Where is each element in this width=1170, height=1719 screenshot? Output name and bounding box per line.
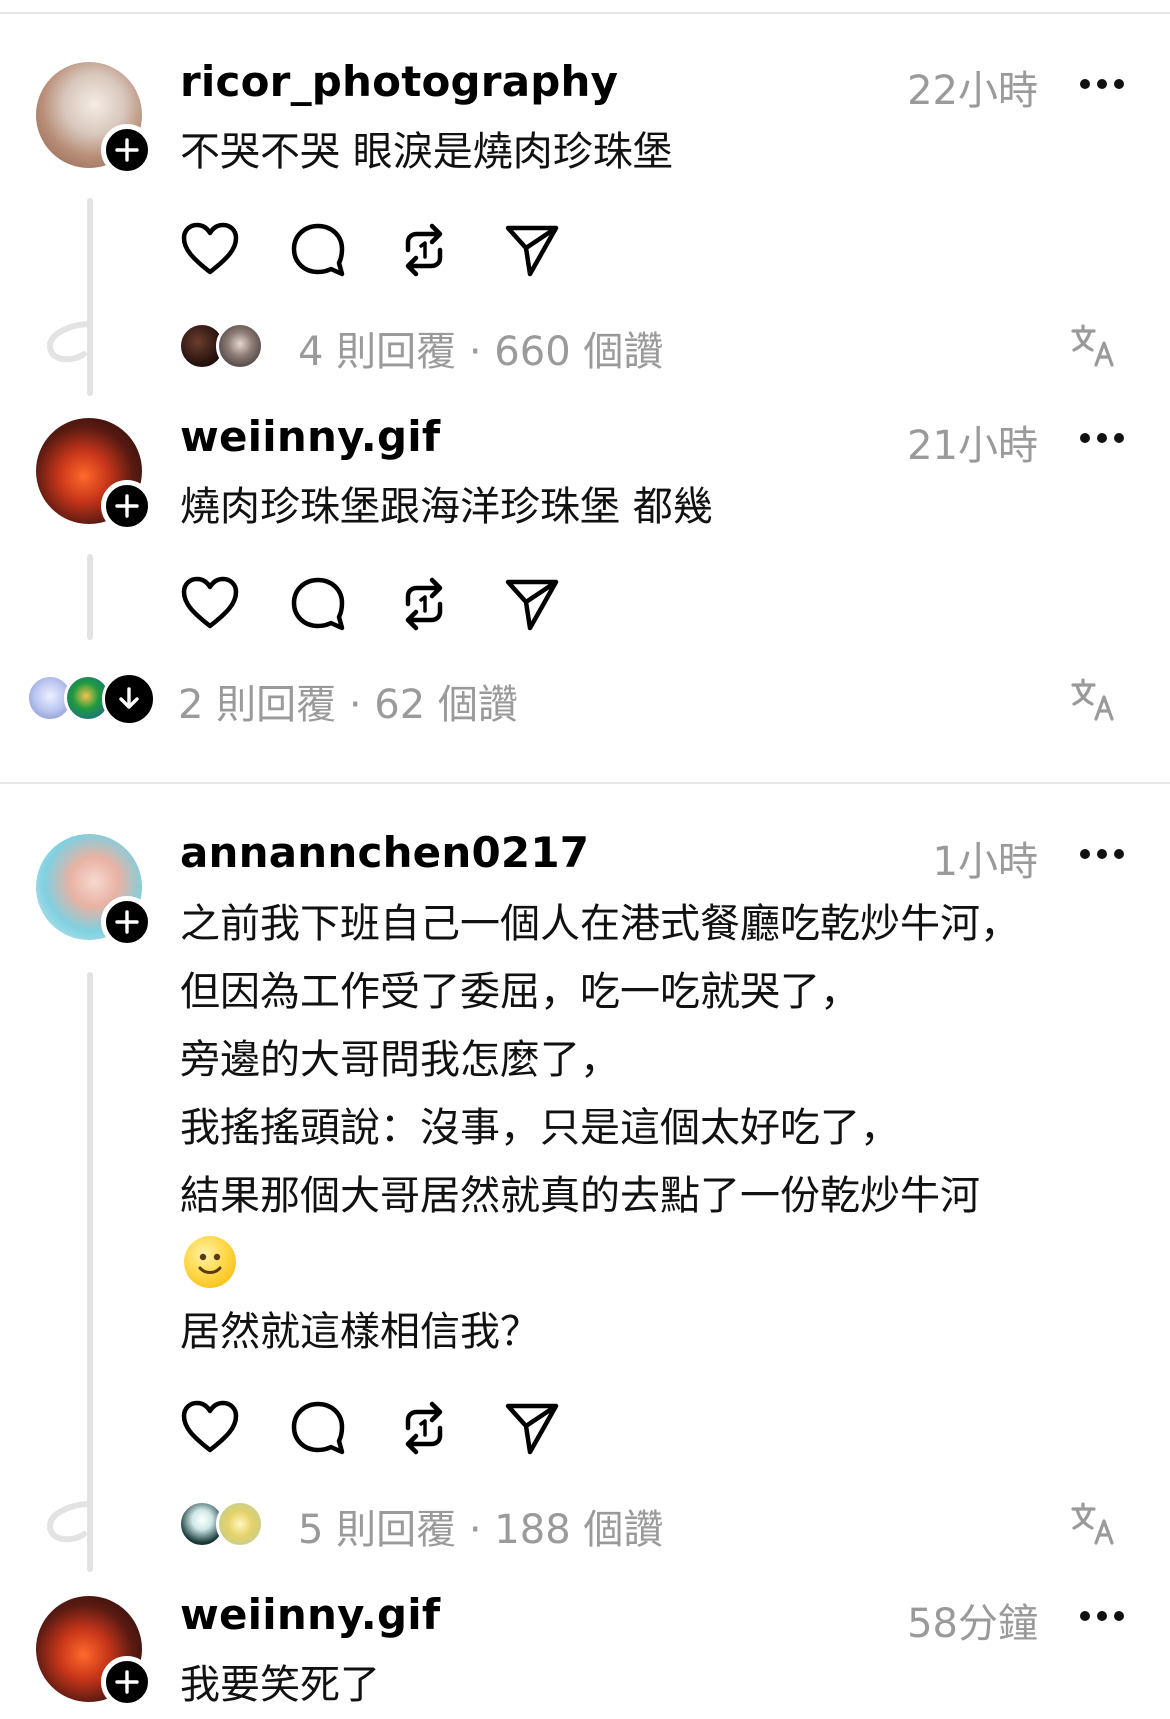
- username[interactable]: annannchen0217: [180, 828, 589, 877]
- heart-icon[interactable]: [180, 1398, 240, 1458]
- translate-icon[interactable]: [1070, 677, 1116, 723]
- comment-line: 旁邊的大哥問我怎麼了，: [180, 1037, 620, 1083]
- follow-button[interactable]: [101, 480, 153, 532]
- comment-line: 之前我下班自己一個人在港式餐廳吃乾炒牛河，: [180, 901, 1020, 947]
- send-icon[interactable]: [502, 574, 562, 634]
- comment-text: 不哭不哭 眼淚是燒肉珍珠堡: [180, 118, 673, 186]
- replier-avatar: [216, 322, 264, 370]
- comment-text: 燒肉珍珠堡跟海洋珍珠堡 都幾: [180, 473, 713, 541]
- send-icon[interactable]: [502, 220, 562, 280]
- reply-like-count[interactable]: 5 則回覆 · 188 個讚: [298, 1497, 663, 1555]
- username[interactable]: ricor_photography: [180, 57, 618, 106]
- username[interactable]: weiinny.gif: [180, 1590, 440, 1639]
- timestamp: 58分鐘: [907, 1601, 1038, 1647]
- username[interactable]: weiinny.gif: [180, 412, 440, 461]
- follow-button[interactable]: [101, 124, 153, 176]
- comment-line: 結果那個大哥居然就真的去點了一份乾炒牛河: [180, 1173, 980, 1219]
- comment-line: 燒肉珍珠堡跟海洋珍珠堡 都幾: [180, 484, 713, 530]
- comment-line: 但因為工作受了委屈，吃一吃就哭了，: [180, 969, 860, 1015]
- heart-icon[interactable]: [180, 220, 240, 280]
- thread-curve: [46, 321, 93, 363]
- more-dots-icon: [1080, 1611, 1090, 1621]
- action-bar: [180, 574, 560, 634]
- comment-bubble-icon[interactable]: [288, 1398, 348, 1458]
- thread-divider: [0, 782, 1170, 784]
- replier-avatar: [216, 1500, 264, 1548]
- thread-line: [87, 972, 93, 1572]
- emoji-line: [180, 1230, 1020, 1298]
- thread-curve: [46, 1501, 93, 1543]
- show-replies-button[interactable]: [102, 672, 156, 726]
- comment-text: 我要笑死了: [180, 1651, 380, 1719]
- comment-line: 我要笑死了: [180, 1662, 380, 1708]
- more-options-button[interactable]: [1080, 432, 1124, 444]
- translate-icon[interactable]: [1070, 323, 1116, 369]
- arrow-down-icon: [119, 687, 139, 709]
- more-dots-icon: [1080, 433, 1090, 443]
- comment-text: 之前我下班自己一個人在港式餐廳吃乾炒牛河， 但因為工作受了委屈，吃一吃就哭了， …: [180, 890, 1020, 1366]
- repost-icon[interactable]: [394, 1398, 454, 1458]
- comment-line: 居然就這樣相信我？: [180, 1309, 540, 1355]
- more-dots-icon: [1080, 849, 1090, 859]
- more-dots-icon: [1080, 79, 1090, 89]
- plus-icon: [115, 138, 139, 162]
- comment-bubble-icon[interactable]: [288, 220, 348, 280]
- reply-like-count[interactable]: 2 則回覆 · 62 個讚: [178, 672, 518, 730]
- repost-icon[interactable]: [394, 574, 454, 634]
- smile-face: [198, 1253, 222, 1274]
- repost-icon[interactable]: [394, 220, 454, 280]
- timestamp: 1小時: [932, 839, 1038, 885]
- comment-line: 不哭不哭 眼淚是燒肉珍珠堡: [180, 129, 673, 175]
- comment-bubble-icon[interactable]: [288, 574, 348, 634]
- plus-icon: [115, 1670, 139, 1694]
- slightly-smiling-face-emoji: [184, 1236, 236, 1288]
- heart-icon[interactable]: [180, 574, 240, 634]
- follow-button[interactable]: [101, 1656, 153, 1708]
- action-bar: [180, 1398, 560, 1458]
- more-options-button[interactable]: [1080, 848, 1124, 860]
- more-options-button[interactable]: [1080, 1610, 1124, 1622]
- timestamp: 22小時: [907, 68, 1038, 114]
- thread-line: [87, 554, 93, 640]
- translate-icon[interactable]: [1070, 1501, 1116, 1547]
- plus-icon: [115, 910, 139, 934]
- send-icon[interactable]: [502, 1398, 562, 1458]
- comment-line: 我搖搖頭說：沒事，只是這個太好吃了，: [180, 1105, 900, 1151]
- top-divider: [0, 12, 1170, 14]
- more-options-button[interactable]: [1080, 78, 1124, 90]
- action-bar: [180, 220, 560, 280]
- reply-like-count[interactable]: 4 則回覆 · 660 個讚: [298, 319, 663, 377]
- follow-button[interactable]: [101, 896, 153, 948]
- plus-icon: [115, 494, 139, 518]
- timestamp: 21小時: [907, 423, 1038, 469]
